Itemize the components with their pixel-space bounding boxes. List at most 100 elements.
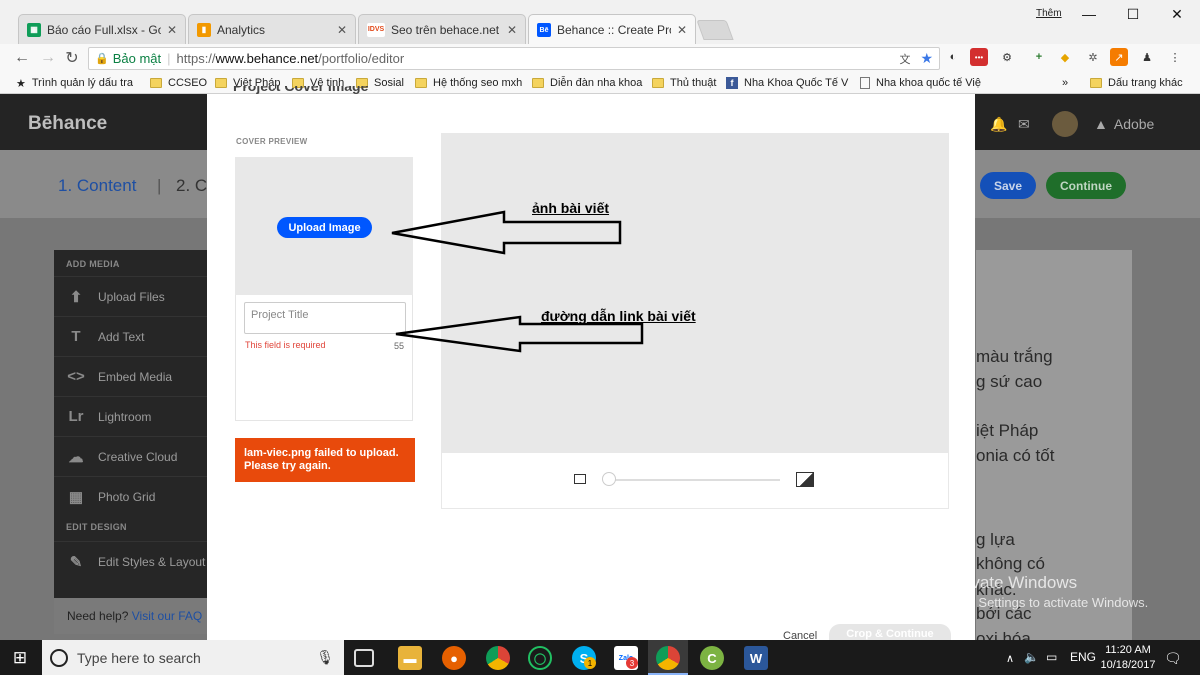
zoom-slider-handle[interactable] bbox=[602, 472, 616, 486]
extension-icon[interactable]: ⚙ bbox=[998, 48, 1016, 66]
reload-icon[interactable]: ↻ bbox=[60, 46, 84, 70]
microphone-icon[interactable]: 🎙 bbox=[316, 649, 334, 666]
close-tab-icon[interactable]: ✕ bbox=[507, 23, 517, 37]
creative-cloud-item[interactable]: ☁ Creative Cloud bbox=[54, 436, 214, 476]
language-indicator[interactable]: ENG bbox=[1070, 650, 1096, 664]
step-content[interactable]: 1. Content bbox=[58, 176, 136, 196]
folder-icon bbox=[150, 78, 162, 88]
lightroom-item[interactable]: Lr Lightroom bbox=[54, 396, 214, 436]
divider: | bbox=[167, 51, 171, 66]
bookmark-folder[interactable]: Diễn đàn nha khoa bbox=[532, 75, 642, 91]
zalo-badge: 3 bbox=[626, 657, 638, 669]
idvs-icon: IDVS bbox=[367, 22, 385, 37]
chrome-active-icon[interactable] bbox=[656, 646, 680, 670]
behance-logo[interactable]: Bēhance bbox=[28, 113, 107, 135]
small-image-icon bbox=[574, 474, 586, 484]
annotation-link: đường dẫn link bài viết bbox=[541, 308, 696, 324]
app-icon[interactable]: ◯ bbox=[528, 646, 552, 670]
crop-continue-button[interactable]: Crop & Continue bbox=[829, 624, 951, 640]
extension-icon[interactable]: ♟ bbox=[1138, 48, 1156, 66]
tab-seo-behance[interactable]: IDVS Seo trên behace.net cực ✕ bbox=[358, 14, 526, 44]
show-hidden-icons[interactable]: ∧ bbox=[1006, 652, 1014, 665]
zoom-slider[interactable] bbox=[610, 479, 780, 481]
upload-files-item[interactable]: ⬆ Upload Files bbox=[54, 276, 214, 316]
sheets-icon: ▦ bbox=[27, 22, 41, 37]
embed-media-item[interactable]: <> Embed Media bbox=[54, 356, 214, 396]
close-tab-icon[interactable]: ✕ bbox=[167, 23, 177, 37]
adobe-link[interactable]: ▲ Adobe bbox=[1094, 116, 1154, 132]
close-window-icon[interactable]: ✕ bbox=[1154, 0, 1200, 28]
bookmark-item[interactable]: ★ Trình quản lý dấu tra bbox=[16, 75, 133, 91]
address-bar[interactable]: 🔒 Bảo mật | https://www.behance.net/port… bbox=[88, 47, 940, 70]
forward-icon[interactable]: → bbox=[36, 46, 60, 70]
bookmark-folder[interactable]: Hệ thống seo mxh bbox=[415, 75, 522, 91]
close-tab-icon[interactable]: ✕ bbox=[337, 23, 347, 37]
lightroom-icon: Lr bbox=[68, 408, 84, 425]
canvas-text: không có bbox=[976, 554, 1045, 573]
bookmarks-more-icon[interactable]: » bbox=[1062, 75, 1068, 91]
save-button[interactable]: Save bbox=[980, 172, 1036, 199]
continue-button[interactable]: Continue bbox=[1046, 172, 1126, 199]
photo-grid-item[interactable]: ▦ Photo Grid bbox=[54, 476, 214, 516]
clock[interactable]: 11:20 AM 10/18/2017 bbox=[1100, 644, 1156, 671]
extension-icon[interactable]: ◆ bbox=[1056, 48, 1074, 66]
minimize-icon[interactable]: — bbox=[1066, 0, 1112, 28]
extension-icon[interactable]: ••• bbox=[970, 48, 988, 66]
bookmark-item[interactable]: f Nha Khoa Quốc Tế V bbox=[726, 75, 848, 91]
add-text-item[interactable]: T Add Text bbox=[54, 316, 214, 356]
firefox-icon[interactable]: ● bbox=[442, 646, 466, 670]
action-center-icon[interactable]: 🗨 bbox=[1164, 650, 1182, 667]
cortana-icon bbox=[50, 648, 68, 667]
canvas-text: iệt Pháp bbox=[976, 421, 1039, 440]
chrome-menu-icon[interactable]: ⋮ bbox=[1166, 48, 1184, 66]
upload-error-banner: lam-viec.png failed to upload. Please tr… bbox=[235, 438, 415, 482]
taskbar-search[interactable]: Type here to search 🎙 bbox=[42, 640, 344, 675]
step-settings[interactable]: 2. C bbox=[176, 176, 207, 196]
extension-icon[interactable]: + bbox=[1030, 48, 1048, 66]
file-explorer-icon[interactable]: ▬ bbox=[398, 646, 422, 670]
annotation-arrows bbox=[391, 210, 644, 353]
canvas-text: g sứ cao bbox=[976, 372, 1043, 391]
tab-behance-create-project[interactable]: Bē Behance :: Create Project ✕ bbox=[528, 14, 696, 45]
profile-name[interactable]: Thêm bbox=[1036, 8, 1062, 19]
windows-start-icon[interactable]: ⊞ bbox=[10, 648, 30, 668]
notification-bell-icon[interactable]: 🔔 bbox=[990, 116, 1007, 133]
extension-icon[interactable]: ↗ bbox=[1110, 48, 1128, 66]
translate-icon[interactable]: 文 bbox=[899, 51, 910, 67]
bookmark-folder[interactable]: CCSEO bbox=[150, 75, 207, 91]
bookmark-star-icon[interactable]: ★ bbox=[920, 50, 933, 67]
search-placeholder: Type here to search bbox=[77, 649, 201, 666]
url-host: www.behance.net bbox=[215, 51, 319, 66]
mail-icon[interactable]: ✉ bbox=[1018, 116, 1030, 133]
cover-preview-label: COVER PREVIEW bbox=[236, 137, 308, 146]
bookmark-folder[interactable]: Thủ thuật bbox=[652, 75, 716, 91]
help-text: Need help? Visit our FAQ → bbox=[67, 609, 218, 623]
url-prefix: https:// bbox=[176, 51, 216, 66]
bookmark-item[interactable]: Nha khoa quốc tế Việ bbox=[860, 75, 981, 91]
text-icon: T bbox=[71, 328, 81, 345]
word-icon[interactable]: W bbox=[744, 646, 768, 670]
upload-image-button[interactable]: Upload Image bbox=[277, 217, 372, 238]
url-path: /portfolio/editor bbox=[318, 51, 405, 66]
facebook-icon: f bbox=[726, 77, 738, 89]
back-icon[interactable]: ← bbox=[10, 46, 34, 70]
other-bookmarks[interactable]: Dấu trang khác bbox=[1090, 75, 1183, 91]
volume-icon[interactable]: 🔈 bbox=[1024, 650, 1039, 664]
extension-icon[interactable]: ✲ bbox=[1084, 48, 1102, 66]
faq-link[interactable]: Visit our FAQ → bbox=[132, 609, 218, 623]
coccoc-icon[interactable]: C bbox=[700, 646, 724, 670]
maximize-icon[interactable]: ☐ bbox=[1110, 0, 1156, 28]
date: 10/18/2017 bbox=[1100, 659, 1156, 671]
close-tab-icon[interactable]: ✕ bbox=[677, 23, 687, 37]
tab-analytics[interactable]: ▮ Analytics ✕ bbox=[188, 14, 356, 44]
network-icon[interactable]: ▭ bbox=[1046, 650, 1057, 664]
edit-styles-item[interactable]: ✎ Edit Styles & Layout bbox=[54, 541, 214, 581]
chrome-icon[interactable] bbox=[486, 646, 510, 670]
tab-google-sheets[interactable]: ▦ Báo cáo Full.xlsx - Google ✕ bbox=[18, 14, 186, 44]
star-icon: ★ bbox=[16, 77, 26, 90]
extension-icon[interactable]: ◐ bbox=[944, 48, 962, 66]
task-view-icon[interactable] bbox=[354, 649, 374, 667]
behance-icon: Bē bbox=[537, 23, 551, 37]
folder-icon bbox=[532, 78, 544, 88]
avatar[interactable] bbox=[1052, 111, 1078, 137]
